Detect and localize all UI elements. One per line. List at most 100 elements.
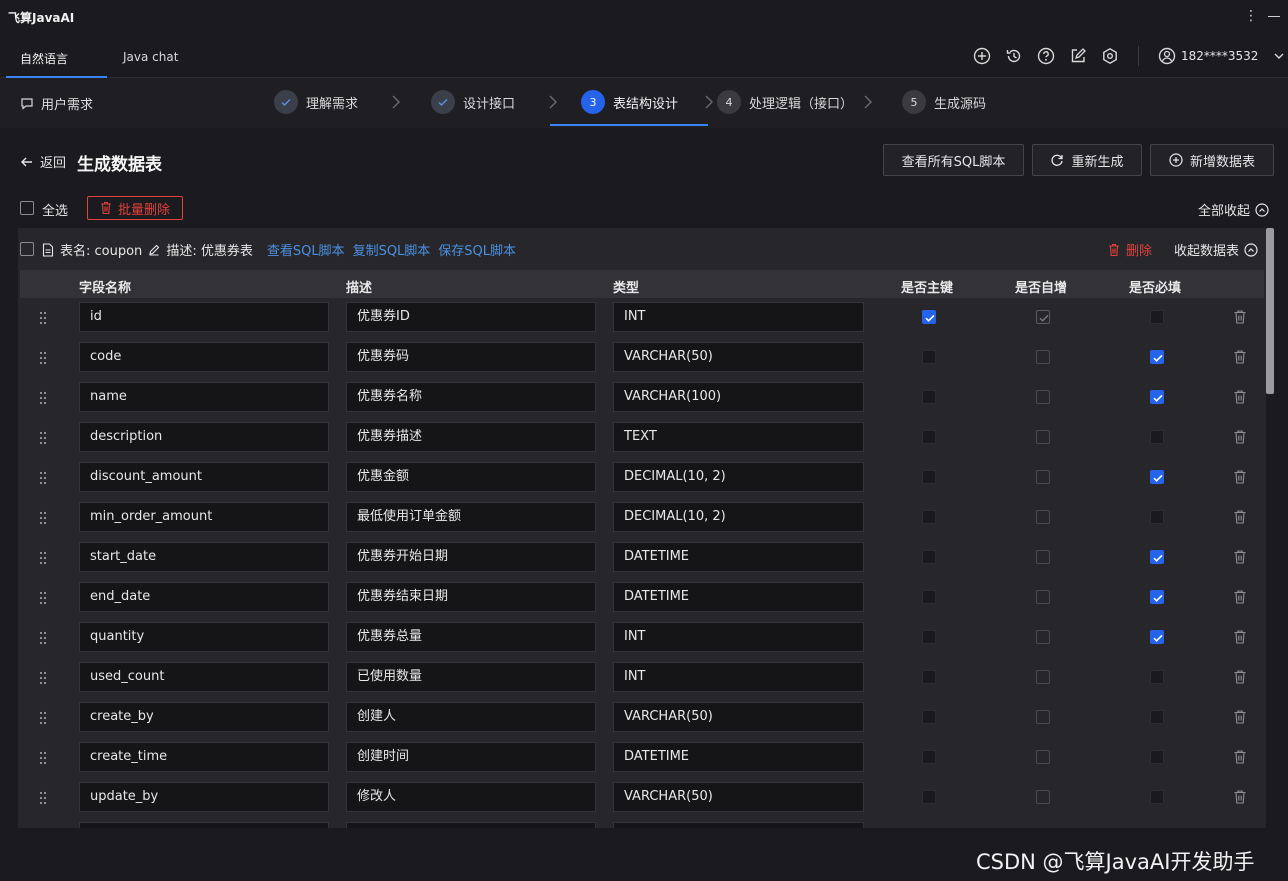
history-icon[interactable] [1005, 47, 1023, 65]
trash-icon[interactable] [1233, 789, 1247, 805]
drag-handle-icon[interactable] [37, 310, 49, 326]
drag-handle-icon[interactable] [37, 390, 49, 406]
back-button[interactable]: 返回 [20, 152, 66, 171]
save-sql-link[interactable]: 保存SQL脚本 [438, 240, 516, 259]
primary-key-checkbox[interactable] [922, 470, 936, 484]
field-name-input[interactable]: min_order_amount [79, 502, 329, 532]
field-type-input[interactable]: DECIMAL(10, 2) [613, 502, 864, 532]
field-name-input[interactable]: update_by [79, 782, 329, 812]
field-name-input[interactable]: create_time [79, 742, 329, 772]
field-name-input[interactable]: end_date [79, 582, 329, 612]
field-desc-input[interactable]: 最低使用订单金额 [346, 502, 596, 532]
primary-key-checkbox[interactable] [922, 630, 936, 644]
view-sql-link[interactable]: 查看SQL脚本 [267, 240, 345, 259]
required-checkbox[interactable] [1150, 350, 1164, 364]
trash-icon[interactable] [1233, 549, 1247, 565]
auto-increment-checkbox[interactable] [1036, 710, 1050, 724]
trash-icon[interactable] [1233, 589, 1247, 605]
view-all-sql-button[interactable]: 查看所有SQL脚本 [883, 144, 1024, 176]
auto-increment-checkbox[interactable] [1036, 670, 1050, 684]
field-type-input[interactable]: INT [613, 302, 864, 332]
required-checkbox[interactable] [1150, 430, 1164, 444]
field-desc-input[interactable]: 优惠券总量 [346, 622, 596, 652]
field-type-input[interactable] [613, 822, 864, 828]
auto-increment-checkbox[interactable] [1036, 310, 1050, 324]
trash-icon[interactable] [1233, 429, 1247, 445]
batch-delete-button[interactable]: 批量删除 [87, 196, 183, 220]
field-desc-input[interactable]: 优惠券ID [346, 302, 596, 332]
required-checkbox[interactable] [1150, 590, 1164, 604]
tab-natural-language[interactable]: 自然语言 [20, 50, 68, 67]
required-checkbox[interactable] [1150, 390, 1164, 404]
field-name-input[interactable]: create_by [79, 702, 329, 732]
help-icon[interactable] [1037, 47, 1055, 65]
field-type-input[interactable]: VARCHAR(50) [613, 702, 864, 732]
drag-handle-icon[interactable] [37, 630, 49, 646]
required-checkbox[interactable] [1150, 670, 1164, 684]
required-checkbox[interactable] [1150, 790, 1164, 804]
required-checkbox[interactable] [1150, 710, 1164, 724]
auto-increment-checkbox[interactable] [1036, 590, 1050, 604]
field-name-input[interactable]: used_count [79, 662, 329, 692]
trash-icon[interactable] [1233, 709, 1247, 725]
step-table-design[interactable]: 3 表结构设计 [581, 90, 678, 114]
field-type-input[interactable]: DATETIME [613, 582, 864, 612]
drag-handle-icon[interactable] [37, 550, 49, 566]
primary-key-checkbox[interactable] [922, 350, 936, 364]
required-checkbox[interactable] [1150, 310, 1164, 324]
primary-key-checkbox[interactable] [922, 670, 936, 684]
field-name-input[interactable]: quantity [79, 622, 329, 652]
primary-key-checkbox[interactable] [922, 310, 936, 324]
field-desc-input[interactable] [346, 822, 596, 828]
field-type-input[interactable]: DECIMAL(10, 2) [613, 462, 864, 492]
primary-key-checkbox[interactable] [922, 510, 936, 524]
drag-handle-icon[interactable] [37, 350, 49, 366]
minimize-icon[interactable] [1268, 16, 1280, 17]
drag-handle-icon[interactable] [37, 670, 49, 686]
field-name-input[interactable]: code [79, 342, 329, 372]
trash-icon[interactable] [1233, 309, 1247, 325]
drag-handle-icon[interactable] [37, 590, 49, 606]
field-type-input[interactable]: INT [613, 662, 864, 692]
field-desc-input[interactable]: 优惠金额 [346, 462, 596, 492]
scrollbar-thumb[interactable] [1266, 228, 1274, 394]
field-desc-input[interactable]: 已使用数量 [346, 662, 596, 692]
field-name-input[interactable]: id [79, 302, 329, 332]
field-name-input[interactable]: discount_amount [79, 462, 329, 492]
drag-handle-icon[interactable] [37, 470, 49, 486]
primary-key-checkbox[interactable] [922, 750, 936, 764]
field-type-input[interactable]: DATETIME [613, 542, 864, 572]
trash-icon[interactable] [1233, 629, 1247, 645]
field-name-input[interactable] [79, 822, 329, 828]
field-type-input[interactable]: INT [613, 622, 864, 652]
drag-handle-icon[interactable] [37, 750, 49, 766]
select-all-checkbox[interactable] [20, 201, 34, 215]
add-circle-icon[interactable] [973, 47, 991, 65]
field-name-input[interactable]: name [79, 382, 329, 412]
primary-key-checkbox[interactable] [922, 790, 936, 804]
primary-key-checkbox[interactable] [922, 430, 936, 444]
trash-icon[interactable] [1233, 669, 1247, 685]
regenerate-button[interactable]: 重新生成 [1032, 144, 1142, 176]
trash-icon[interactable] [1233, 389, 1247, 405]
auto-increment-checkbox[interactable] [1036, 510, 1050, 524]
auto-increment-checkbox[interactable] [1036, 750, 1050, 764]
more-vertical-icon[interactable]: ⋮ [1244, 7, 1258, 25]
settings-icon[interactable] [1101, 47, 1119, 65]
collapse-table-button[interactable]: 收起数据表 [1174, 240, 1258, 259]
step-understand[interactable]: 理解需求 [274, 90, 358, 114]
drag-handle-icon[interactable] [37, 510, 49, 526]
auto-increment-checkbox[interactable] [1036, 470, 1050, 484]
step-design-api[interactable]: 设计接口 [431, 90, 515, 114]
field-type-input[interactable]: DATETIME [613, 742, 864, 772]
required-checkbox[interactable] [1150, 510, 1164, 524]
drag-handle-icon[interactable] [37, 430, 49, 446]
required-checkbox[interactable] [1150, 470, 1164, 484]
field-desc-input[interactable]: 优惠券开始日期 [346, 542, 596, 572]
field-desc-input[interactable]: 优惠券名称 [346, 382, 596, 412]
primary-key-checkbox[interactable] [922, 550, 936, 564]
edit-icon[interactable] [1069, 47, 1087, 65]
auto-increment-checkbox[interactable] [1036, 390, 1050, 404]
required-checkbox[interactable] [1150, 550, 1164, 564]
trash-icon[interactable] [1233, 349, 1247, 365]
